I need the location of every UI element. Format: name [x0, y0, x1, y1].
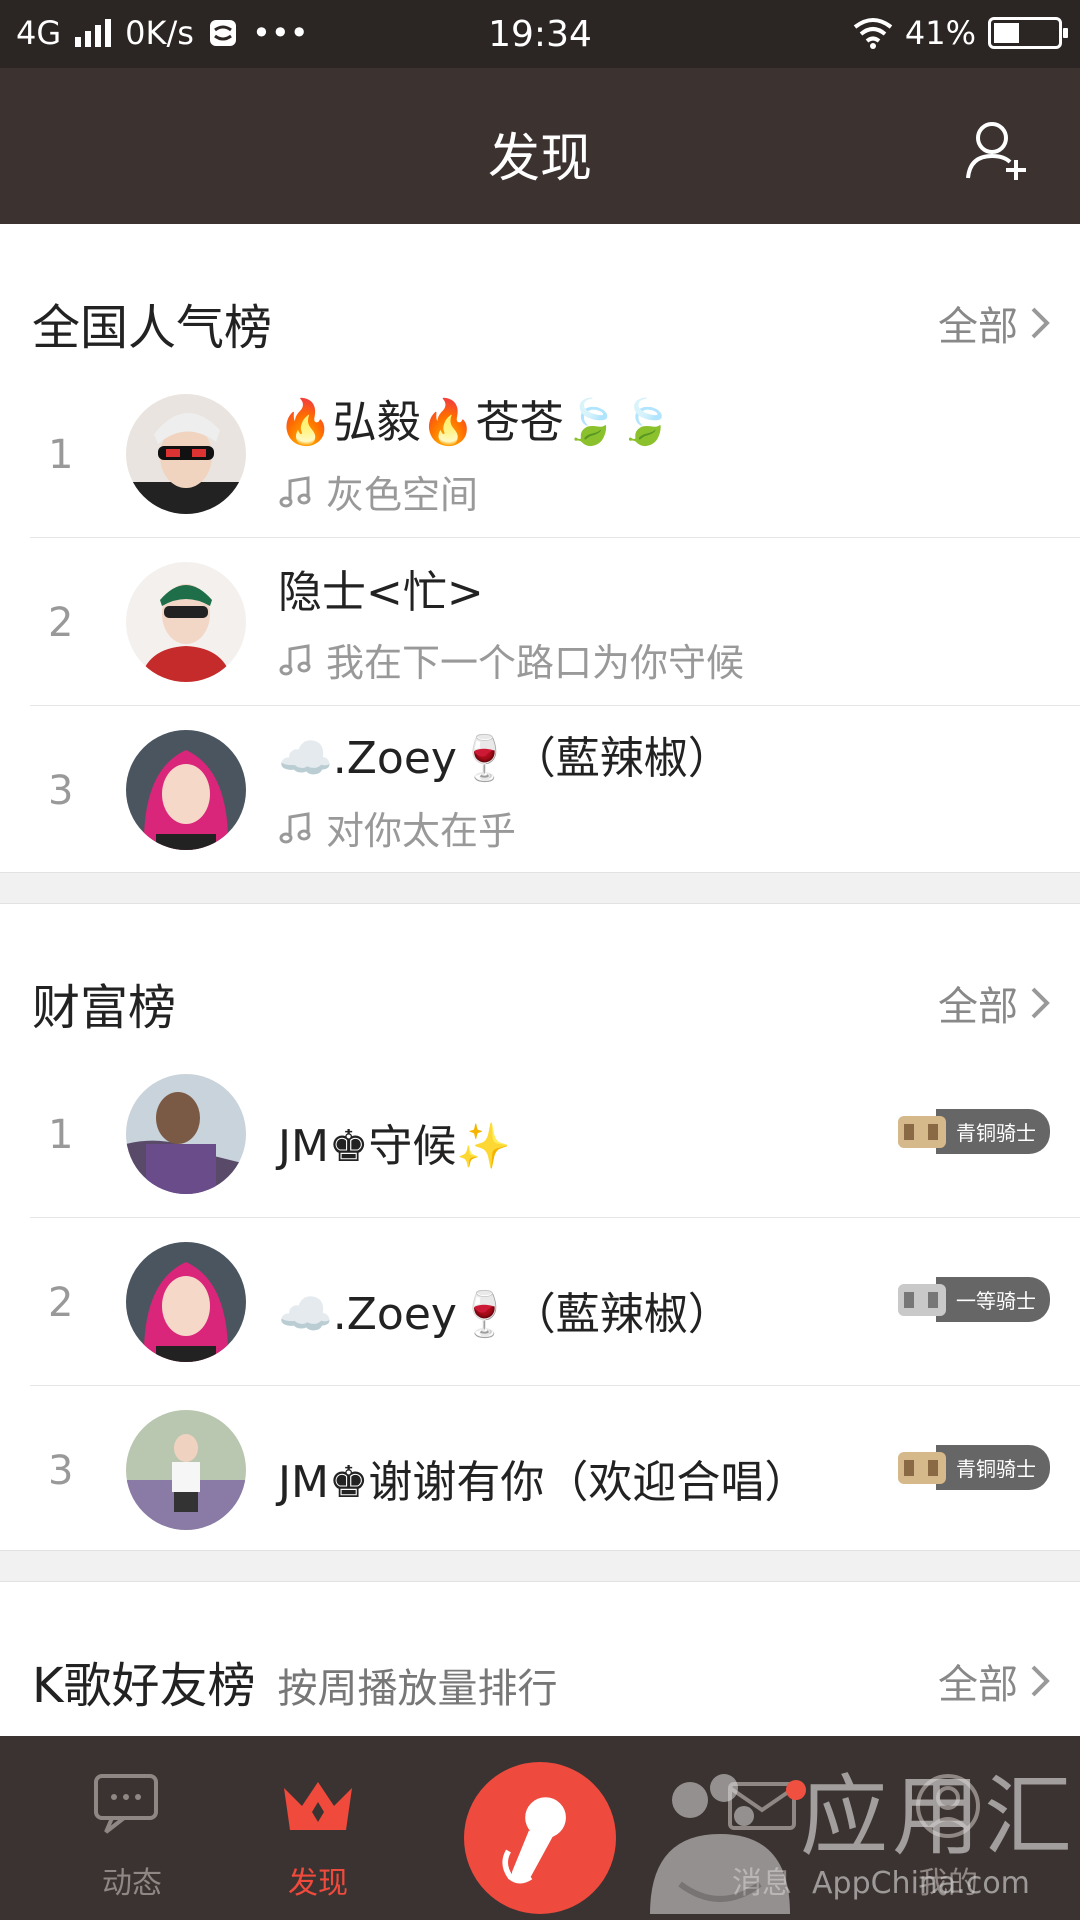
list-item[interactable]: 3 JM♚谢谢有你（欢迎合唱） 青铜骑士	[0, 1386, 1080, 1554]
rank-number: 1	[48, 1112, 74, 1158]
section-gap	[0, 872, 1080, 904]
avatar[interactable]	[126, 562, 246, 682]
user-name: ☁️.Zoey🍷（藍辣椒）	[278, 1289, 732, 1340]
song-title: 我在下一个路口为你守候	[326, 641, 745, 685]
list-item[interactable]: 2 ☁️.Zoey🍷（藍辣椒） 一等骑士	[0, 1218, 1080, 1386]
rank-badge: 青铜骑士	[894, 1108, 1050, 1154]
wifi-icon	[853, 18, 893, 49]
song-title: 对你太在乎	[326, 809, 517, 853]
watermark-text: 应用汇	[800, 1765, 1077, 1868]
music-note-icon	[279, 643, 311, 675]
avatar[interactable]	[126, 730, 246, 850]
nav-feed[interactable]: 动态	[52, 1736, 212, 1920]
rank-number: 2	[48, 600, 74, 646]
badge-label: 青铜骑士	[936, 1444, 1050, 1490]
song-info: 对你太在乎	[278, 800, 516, 855]
nav-discover[interactable]: 发现	[238, 1736, 398, 1920]
knight-helmet-icon	[898, 1284, 946, 1316]
status-right: 41%	[853, 14, 1068, 52]
user-name: 🔥弘毅🔥苍苍🍃🍃	[278, 397, 674, 448]
popularity-all-link[interactable]: 全部	[938, 294, 1050, 352]
song-info: 我在下一个路口为你守候	[278, 632, 744, 687]
avatar[interactable]	[126, 1074, 246, 1194]
user-name: 隐士<忙>	[278, 567, 484, 618]
rank-number: 3	[48, 768, 74, 814]
microphone-icon	[502, 1797, 566, 1884]
rank-badge: 一等骑士	[894, 1276, 1050, 1322]
popularity-title: 全国人气榜	[32, 300, 273, 356]
song-info: 灰色空间	[278, 464, 478, 519]
list-item[interactable]: 1 JM♚守候✨ 青铜骑士	[0, 1050, 1080, 1218]
add-user-icon[interactable]	[964, 118, 1030, 184]
user-name: JM♚守候✨	[278, 1121, 512, 1172]
avatar[interactable]	[126, 1242, 246, 1362]
battery-percent: 41%	[904, 14, 976, 52]
crown-icon	[284, 1782, 352, 1830]
friends-subtitle: 按周播放量排行	[277, 1666, 558, 1712]
status-bar: 4G 0K/s ••• 19:34 41%	[0, 0, 1080, 68]
wealth-title: 财富榜	[32, 980, 177, 1036]
rank-badge: 青铜骑士	[894, 1444, 1050, 1490]
page-title: 发现	[487, 129, 592, 189]
user-name: ☁️.Zoey🍷（藍辣椒）	[278, 733, 732, 784]
chevron-right-icon	[1031, 307, 1050, 339]
wealth-all-link[interactable]: 全部	[938, 974, 1050, 1032]
list-item[interactable]: 3 ☁️.Zoey🍷（藍辣椒） 对你太在乎	[0, 706, 1080, 874]
popularity-all-label: 全部	[938, 304, 1018, 350]
avatar[interactable]	[126, 1410, 246, 1530]
rank-number: 2	[48, 1280, 74, 1326]
song-title: 灰色空间	[326, 473, 479, 517]
section-gap	[0, 1550, 1080, 1582]
list-item[interactable]: 1 🔥弘毅🔥苍苍🍃🍃 灰色空间	[0, 370, 1080, 538]
popularity-section: 全国人气榜 全部 1 🔥弘毅🔥苍苍🍃🍃 灰色空间 2 隐士<忙> 我在下一个路口…	[0, 224, 1080, 872]
chat-bubble-icon	[94, 1774, 158, 1834]
user-name: JM♚谢谢有你（欢迎合唱）	[278, 1457, 809, 1508]
wealth-all-label: 全部	[938, 984, 1018, 1030]
knight-helmet-icon	[898, 1452, 946, 1484]
friends-title-row: K歌好友榜 按周播放量排行	[32, 1646, 557, 1716]
watermark-sub: AppChina.com	[812, 1866, 1030, 1901]
music-note-icon	[279, 475, 311, 507]
badge-label: 一等骑士	[936, 1276, 1050, 1322]
list-item[interactable]: 2 隐士<忙> 我在下一个路口为你守候	[0, 538, 1080, 706]
battery-fill	[994, 23, 1020, 43]
rank-number: 1	[48, 432, 74, 478]
friends-section: K歌好友榜 按周播放量排行 全部	[0, 1582, 1080, 1736]
music-note-icon	[279, 811, 311, 843]
record-button[interactable]	[458, 1756, 622, 1920]
avatar[interactable]	[126, 394, 246, 514]
nav-label: 动态	[102, 1866, 162, 1901]
badge-label: 青铜骑士	[936, 1108, 1050, 1154]
nav-label: 发现	[288, 1866, 348, 1901]
wealth-section: 财富榜 全部 1 JM♚守候✨ 青铜骑士 2 ☁️.Zoey🍷（藍辣椒） 一等骑…	[0, 904, 1080, 1550]
rank-number: 3	[48, 1448, 74, 1494]
battery-icon	[988, 17, 1068, 49]
friends-all-label: 全部	[938, 1662, 1018, 1708]
app-header: 发现	[0, 68, 1080, 224]
chevron-right-icon	[1031, 987, 1050, 1019]
friends-title: K歌好友榜	[32, 1658, 256, 1714]
chevron-right-icon	[1031, 1665, 1050, 1697]
knight-helmet-icon	[898, 1116, 946, 1148]
friends-all-link[interactable]: 全部	[938, 1652, 1050, 1710]
